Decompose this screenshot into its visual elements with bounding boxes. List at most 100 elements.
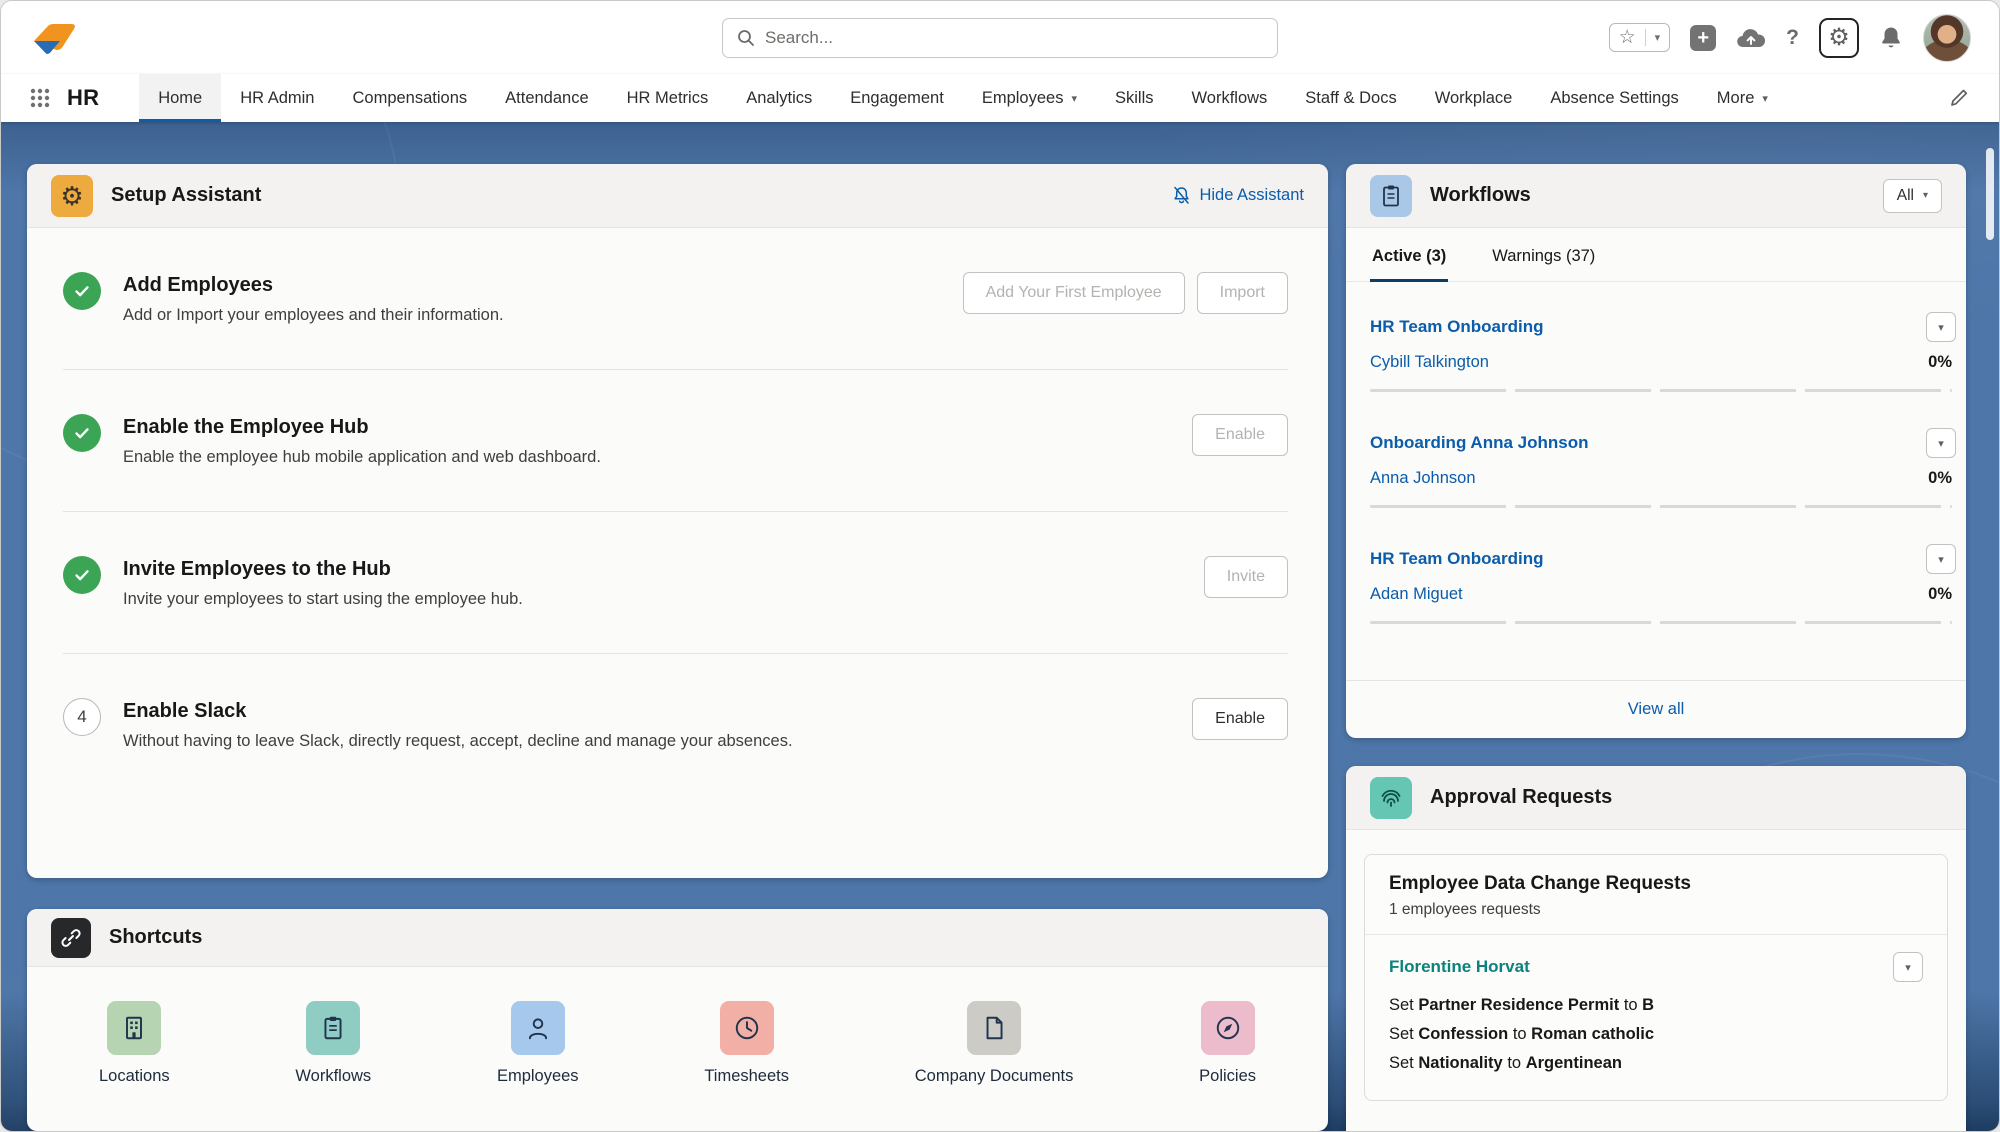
workflow-title-link[interactable]: HR Team Onboarding (1370, 317, 1543, 337)
tab-label: HR Admin (240, 89, 314, 108)
edit-pencil-icon[interactable] (1949, 88, 1969, 108)
tab-analytics[interactable]: Analytics (727, 74, 831, 122)
scrollbar-thumb[interactable] (1986, 148, 1994, 240)
workflow-assignee-link[interactable]: Adan Miguet (1370, 585, 1463, 604)
setup-assistant-gear-icon: ⚙ (51, 175, 93, 217)
shortcut-policies[interactable]: Policies (1199, 1001, 1256, 1086)
workflow-assignee-link[interactable]: Anna Johnson (1370, 469, 1476, 488)
shortcut-label: Company Documents (915, 1067, 1074, 1086)
chevron-down-icon[interactable]: ▾ (1071, 92, 1077, 105)
request-group-content: Florentine Horvat ▾ Set Partner Residenc… (1365, 935, 1947, 1100)
notifications-bell-icon[interactable] (1879, 25, 1903, 51)
step-description: Enable the employee hub mobile applicati… (123, 448, 601, 467)
workflow-assignee-link[interactable]: Cybill Talkington (1370, 353, 1489, 372)
workflow-actions-button[interactable]: ▾ (1926, 544, 1956, 574)
tab-more[interactable]: More▾ (1698, 74, 1787, 122)
workflow-title-link[interactable]: HR Team Onboarding (1370, 549, 1543, 569)
tab-label: Analytics (746, 89, 812, 108)
import-button[interactable]: Import (1197, 272, 1288, 314)
add-first-employee-button[interactable]: Add Your First Employee (963, 272, 1185, 314)
card-title: Approval Requests (1430, 786, 1612, 809)
header-actions: ☆ ▾ + ? ⚙ (1609, 14, 1971, 62)
approval-requests-body: Employee Data Change Requests 1 employee… (1346, 830, 1966, 1125)
tab-label: Attendance (505, 89, 588, 108)
shortcut-timesheets[interactable]: Timesheets (704, 1001, 789, 1086)
workflows-filter-dropdown[interactable]: All ▾ (1883, 179, 1942, 213)
help-icon[interactable]: ? (1786, 26, 1799, 50)
shortcut-label: Workflows (295, 1067, 371, 1086)
gear-icon: ⚙ (1828, 26, 1850, 50)
cloud-upload-icon[interactable] (1736, 27, 1766, 49)
tab-warnings[interactable]: Warnings (37) (1490, 228, 1597, 281)
workflow-actions-button[interactable]: ▾ (1926, 312, 1956, 342)
shortcut-workflows[interactable]: Workflows (295, 1001, 371, 1086)
shortcut-locations[interactable]: Locations (99, 1001, 170, 1086)
star-icon[interactable]: ☆ (1619, 28, 1636, 47)
flair-logo-icon[interactable] (29, 18, 81, 58)
setup-assistant-body: Add Employees Add or Import your employe… (27, 228, 1328, 795)
change-line: Set Partner Residence Permit to B (1389, 991, 1923, 1020)
tab-engagement[interactable]: Engagement (831, 74, 963, 122)
global-search[interactable] (722, 18, 1278, 58)
chevron-down-icon[interactable]: ▾ (1655, 31, 1661, 44)
tab-active-workflows[interactable]: Active (3) (1370, 228, 1448, 281)
enable-hub-button[interactable]: Enable (1192, 414, 1288, 456)
tab-workplace[interactable]: Workplace (1416, 74, 1532, 122)
card-title: Workflows (1430, 184, 1531, 207)
tab-employees[interactable]: Employees▾ (963, 74, 1096, 122)
workflows-card: Workflows All ▾ Active (3) Warnings (37)… (1346, 164, 1966, 738)
tab-hr-admin[interactable]: HR Admin (221, 74, 333, 122)
setup-step-enable-hub: Enable the Employee Hub Enable the emplo… (27, 370, 1328, 511)
setup-gear-button[interactable]: ⚙ (1819, 18, 1859, 58)
shortcuts-body: Locations Workflows (27, 967, 1328, 1086)
tab-staff-docs[interactable]: Staff & Docs (1286, 74, 1415, 122)
tab-home[interactable]: Home (139, 74, 221, 122)
tab-hr-metrics[interactable]: HR Metrics (608, 74, 728, 122)
chevron-down-icon: ▾ (1938, 321, 1944, 334)
tab-attendance[interactable]: Attendance (486, 74, 607, 122)
workflows-footer: View all (1346, 680, 1966, 738)
shortcut-employees[interactable]: Employees (497, 1001, 579, 1086)
clipboard-icon (1370, 175, 1412, 217)
chevron-down-icon[interactable]: ▾ (1762, 92, 1768, 105)
setup-assistant-header: ⚙ Setup Assistant Hide Assistant (27, 164, 1328, 228)
invite-button[interactable]: Invite (1204, 556, 1288, 598)
tab-skills[interactable]: Skills (1096, 74, 1173, 122)
workflow-actions-button[interactable]: ▾ (1926, 428, 1956, 458)
clock-icon (720, 1001, 774, 1055)
enable-slack-button[interactable]: Enable (1192, 698, 1288, 740)
approval-requests-header: Approval Requests (1346, 766, 1966, 830)
shortcut-label: Locations (99, 1067, 170, 1086)
requester-link[interactable]: Florentine Horvat (1389, 957, 1530, 977)
workflow-item: Onboarding Anna Johnson ▾ Anna Johnson 0… (1370, 408, 1956, 524)
tab-label: HR Metrics (627, 89, 709, 108)
step-title: Add Employees (123, 274, 504, 297)
hide-assistant-link[interactable]: Hide Assistant (1173, 186, 1304, 205)
request-group-header: Employee Data Change Requests 1 employee… (1365, 855, 1947, 935)
workflow-progress-value: 0% (1928, 353, 1952, 372)
workflow-title-link[interactable]: Onboarding Anna Johnson (1370, 433, 1588, 453)
quick-add-icon[interactable]: + (1690, 25, 1716, 51)
workflow-item: HR Team Onboarding ▾ Cybill Talkington 0… (1370, 292, 1956, 408)
app-launcher-icon[interactable] (29, 87, 51, 109)
workflow-progress-value: 0% (1928, 469, 1952, 488)
step-description: Without having to leave Slack, directly … (123, 732, 793, 751)
avatar[interactable] (1923, 14, 1971, 62)
search-input[interactable] (765, 28, 1263, 48)
view-all-link[interactable]: View all (1628, 700, 1685, 718)
shortcut-company-documents[interactable]: Company Documents (915, 1001, 1074, 1086)
favorites-control[interactable]: ☆ ▾ (1609, 23, 1671, 52)
tab-absence-settings[interactable]: Absence Settings (1531, 74, 1697, 122)
shortcuts-card: Shortcuts Locations (27, 909, 1328, 1131)
tab-compensations[interactable]: Compensations (333, 74, 486, 122)
step-title: Invite Employees to the Hub (123, 558, 523, 581)
step-title: Enable the Employee Hub (123, 416, 601, 439)
tab-label: Home (158, 89, 202, 108)
chevron-down-icon: ▾ (1938, 553, 1944, 566)
tab-label: Staff & Docs (1305, 89, 1396, 108)
nav-tabs: Home HR Admin Compensations Attendance H… (139, 74, 1787, 122)
request-actions-button[interactable]: ▾ (1893, 952, 1923, 982)
tab-workflows[interactable]: Workflows (1173, 74, 1287, 122)
tab-label: Workflows (1192, 89, 1268, 108)
shortcuts-header: Shortcuts (27, 909, 1328, 967)
